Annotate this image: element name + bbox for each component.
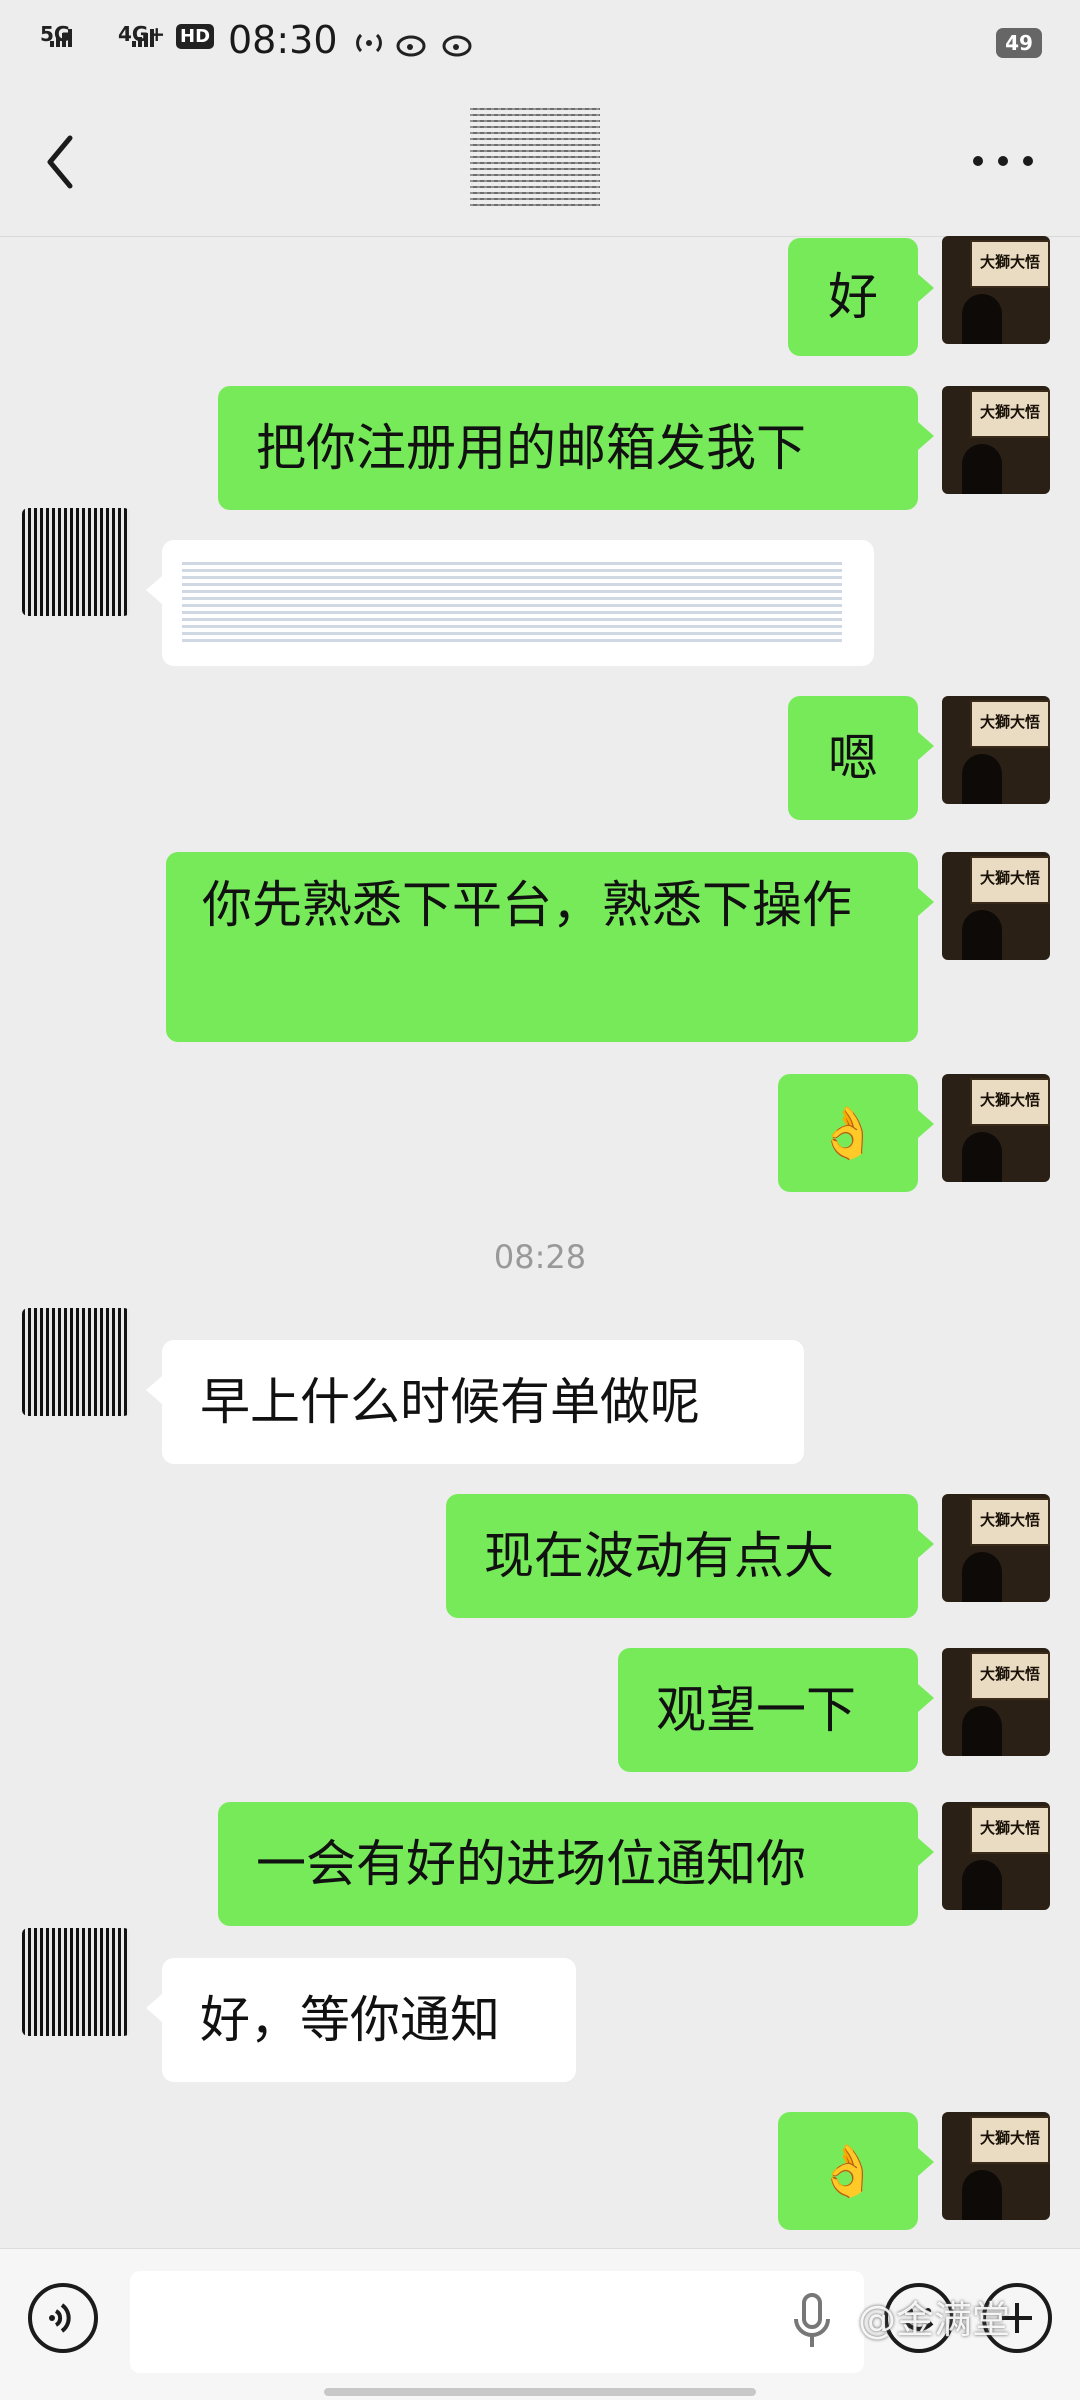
watermark: @金满堂 [858, 2298, 1011, 2342]
avatar-figure [962, 1552, 1002, 1602]
status-bar: 5G 4G+ HD 08:30 49 [0, 0, 1080, 86]
message-bubble-theirs[interactable]: 好，等你通知 [146, 1958, 576, 2082]
message-text: 观望一下 [656, 1681, 856, 1739]
avatar-figure [962, 1132, 1002, 1182]
message-bubble-mine[interactable]: 嗯 [788, 696, 934, 820]
avatar-figure [962, 2170, 1002, 2220]
contact-name-redacted [470, 106, 600, 206]
message-bubble-mine[interactable]: 一会有好的进场位通知你 [218, 1802, 934, 1926]
avatar-figure [962, 1860, 1002, 1910]
back-arrow-icon[interactable] [40, 132, 80, 192]
avatar-sign: 大獅大悟 [970, 2116, 1050, 2164]
my-avatar[interactable]: 大獅大悟 [942, 852, 1050, 960]
my-avatar[interactable]: 大獅大悟 [942, 1494, 1050, 1602]
signal-bars-icon [50, 28, 74, 47]
weibo-icon-2 [442, 35, 472, 57]
my-avatar[interactable]: 大獅大悟 [942, 236, 1050, 344]
ok-hand-emoji: 👌 [816, 2142, 880, 2200]
avatar-sign: 大獅大悟 [970, 240, 1050, 288]
message-bubble-mine[interactable]: 👌 [778, 1074, 934, 1192]
home-indicator[interactable] [324, 2388, 756, 2396]
avatar-sign: 大獅大悟 [970, 1498, 1050, 1546]
avatar-sign: 大獅大悟 [970, 1652, 1050, 1700]
contact-avatar-redacted[interactable] [22, 1928, 130, 2036]
avatar-figure [962, 294, 1002, 344]
message-text: 你先熟悉下平台，熟悉下操作 [202, 876, 852, 934]
message-bubble-mine[interactable]: 观望一下 [618, 1648, 934, 1772]
message-input[interactable] [130, 2271, 864, 2373]
avatar-figure [962, 444, 1002, 494]
message-text: 好，等你通知 [200, 1991, 500, 2049]
hotspot-icon [356, 33, 382, 53]
my-avatar[interactable]: 大獅大悟 [942, 696, 1050, 804]
contact-avatar-redacted[interactable] [22, 1308, 130, 1416]
signal-bars-icon-2 [132, 28, 156, 47]
voice-mode-button[interactable] [28, 2283, 98, 2353]
clock: 08:30 [228, 18, 338, 62]
timestamp: 08:28 [493, 1238, 587, 1276]
message-bubble-mine[interactable]: 👌 [778, 2112, 934, 2230]
message-bubble-mine[interactable]: 好 [788, 238, 934, 356]
message-bubble-redacted[interactable] [146, 540, 874, 666]
my-avatar[interactable]: 大獅大悟 [942, 1802, 1050, 1910]
message-text: 把你注册用的邮箱发我下 [256, 419, 806, 477]
voice-icon [49, 2303, 71, 2333]
message-text: 现在波动有点大 [484, 1527, 834, 1585]
message-text: 早上什么时候有单做呢 [200, 1373, 700, 1431]
message-bubble-mine[interactable]: 把你注册用的邮箱发我下 [218, 386, 934, 510]
message-text: 嗯 [828, 729, 878, 787]
avatar-sign: 大獅大悟 [970, 1078, 1050, 1126]
my-avatar[interactable]: 大獅大悟 [942, 1074, 1050, 1182]
more-options-icon[interactable] [968, 146, 1038, 176]
ok-hand-emoji: 👌 [816, 1104, 880, 1162]
weibo-icon [396, 35, 426, 57]
input-bar: @金满堂 [0, 2248, 1080, 2400]
message-text: 好 [828, 268, 878, 326]
mic-icon[interactable] [790, 2291, 834, 2351]
my-avatar[interactable]: 大獅大悟 [942, 2112, 1050, 2220]
avatar-figure [962, 910, 1002, 960]
avatar-sign: 大獅大悟 [970, 390, 1050, 438]
message-text: 一会有好的进场位通知你 [256, 1835, 806, 1893]
contact-avatar-redacted[interactable] [22, 508, 130, 616]
chat-screen: 5G 4G+ HD 08:30 49 大獅大悟 好 大獅大悟 把你注册用的邮箱发… [0, 0, 1080, 2400]
message-bubble-mine[interactable]: 现在波动有点大 [446, 1494, 934, 1618]
avatar-figure [962, 1706, 1002, 1756]
battery-indicator: 49 [996, 28, 1042, 58]
avatar-sign: 大獅大悟 [970, 700, 1050, 748]
redacted-text [182, 560, 842, 646]
hd-badge: HD [176, 24, 215, 49]
my-avatar[interactable]: 大獅大悟 [942, 386, 1050, 494]
my-avatar[interactable]: 大獅大悟 [942, 1648, 1050, 1756]
avatar-sign: 大獅大悟 [970, 1806, 1050, 1854]
avatar-sign: 大獅大悟 [970, 856, 1050, 904]
message-bubble-theirs[interactable]: 早上什么时候有单做呢 [146, 1340, 804, 1464]
chat-header [0, 86, 1080, 237]
message-bubble-mine[interactable]: 你先熟悉下平台，熟悉下操作 [166, 852, 934, 1042]
avatar-figure [962, 754, 1002, 804]
